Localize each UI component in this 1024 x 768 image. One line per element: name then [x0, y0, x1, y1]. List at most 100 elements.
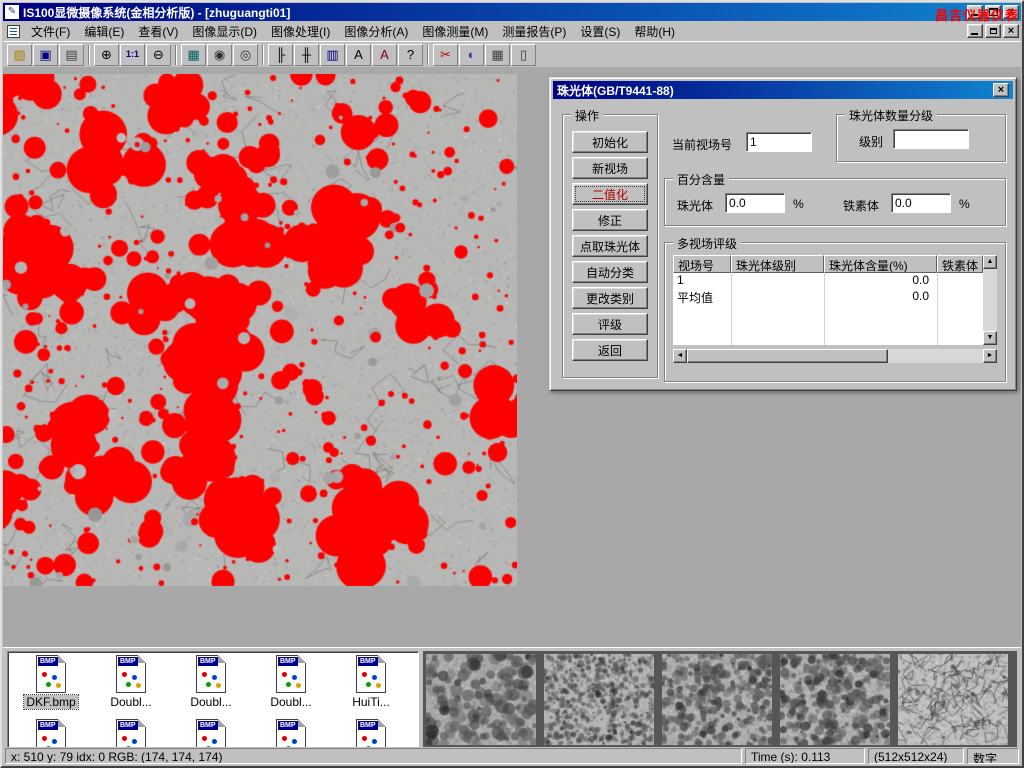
scroll-left-icon[interactable]: ◄ — [673, 349, 687, 363]
zoom-in-button[interactable]: ⊕ — [94, 44, 119, 66]
image-display-icon: ▦ — [187, 48, 199, 61]
actual-size-button[interactable]: 1:1 — [120, 44, 145, 66]
init-button[interactable]: 初始化 — [572, 131, 648, 153]
pearlite-input[interactable] — [725, 193, 785, 213]
table-header-cell: 铁素体 — [937, 255, 983, 273]
color-pick-button[interactable]: ◐ — [459, 44, 484, 66]
menu-item-6[interactable]: 图像分析(A) — [337, 21, 415, 42]
file-item[interactable]: BMPDKF.bmp — [11, 655, 91, 719]
micrometer-button[interactable]: ╫ — [294, 44, 319, 66]
save-button[interactable]: ▣ — [33, 44, 58, 66]
caliper-button[interactable]: ╟ — [268, 44, 293, 66]
menu-item-10[interactable]: 帮助(H) — [627, 21, 682, 42]
child-close-button[interactable]: × — [1003, 24, 1019, 38]
table-row[interactable]: 平均值0.0 — [673, 289, 983, 305]
file-item[interactable]: BMP — [11, 719, 91, 748]
image-display-button[interactable]: ▦ — [181, 44, 206, 66]
child-restore-button[interactable] — [985, 24, 1001, 38]
menu-item-8[interactable]: 测量报告(P) — [495, 21, 573, 42]
auto-classify-button[interactable]: 自动分类 — [572, 261, 648, 283]
dialog-title-bar[interactable]: 珠光体(GB/T9441-88) × — [553, 81, 1013, 99]
toolbar-separator — [262, 45, 264, 65]
correct-button[interactable]: 修正 — [572, 209, 648, 231]
thumbnail-3[interactable] — [662, 654, 772, 745]
grade-button[interactable]: 评级 — [572, 313, 648, 335]
menu-item-1[interactable]: 文件(F) — [24, 21, 77, 42]
file-item[interactable]: BMPDoubl... — [171, 655, 251, 719]
scroll-down-icon[interactable]: ▼ — [983, 331, 997, 345]
thumbnail-2[interactable] — [544, 654, 654, 745]
multi-field-group: 多视场评级 视场号珠光体级别珠光体含量(%)铁素体 10.0平均值0.0 ▲ ▼… — [664, 242, 1006, 382]
file-browser[interactable]: BMPDKF.bmpBMPDoubl...BMPDoubl...BMPDoubl… — [7, 651, 419, 748]
grid-button[interactable]: ▦ — [485, 44, 510, 66]
close-button[interactable]: × — [1003, 5, 1019, 19]
ferrite-input[interactable] — [891, 193, 951, 213]
menu-item-4[interactable]: 图像显示(D) — [185, 21, 264, 42]
thumbnail-4[interactable] — [780, 654, 890, 745]
actual-size-icon: 1:1 — [126, 50, 139, 59]
thumbnail-1[interactable] — [426, 654, 536, 745]
metallographic-image[interactable] — [3, 74, 517, 586]
close-icon: × — [1008, 6, 1014, 18]
text-label-button[interactable]: A — [346, 44, 371, 66]
menu-item-7[interactable]: 图像测量(M) — [415, 21, 495, 42]
zoom-out-icon: ⊖ — [153, 48, 164, 61]
page-fold — [58, 719, 66, 727]
minimize-button[interactable] — [967, 5, 983, 19]
capture-target-button[interactable]: ◎ — [233, 44, 258, 66]
return-button[interactable]: 返回 — [572, 339, 648, 361]
file-item[interactable]: BMP — [91, 719, 171, 748]
table-cell: 平均值 — [673, 289, 731, 305]
file-item[interactable]: BMPDoubl... — [91, 655, 171, 719]
cut-button[interactable]: ✂ — [433, 44, 458, 66]
operation-group: 操作 初始化新视场二值化修正点取珠光体自动分类更改类别评级返回 — [562, 114, 658, 378]
print-button[interactable]: ▤ — [59, 44, 84, 66]
child-minimize-button[interactable] — [967, 24, 983, 38]
ruler-button[interactable]: ▯ — [511, 44, 536, 66]
menu-item-9[interactable]: 设置(S) — [573, 21, 627, 42]
scroll-up-icon[interactable]: ▲ — [983, 255, 997, 269]
page-fold — [378, 655, 386, 663]
thumbnail-5[interactable] — [898, 654, 1008, 745]
horizontal-scrollbar[interactable]: ◄ ► — [673, 349, 997, 363]
file-item[interactable]: BMP — [251, 719, 331, 748]
camera-button[interactable]: ◉ — [207, 44, 232, 66]
zoom-out-button[interactable]: ⊖ — [146, 44, 171, 66]
open-button[interactable]: ▨ — [7, 44, 32, 66]
bmp-tag: BMP — [38, 721, 58, 730]
file-item[interactable]: BMP — [331, 719, 411, 748]
current-view-input[interactable] — [746, 132, 812, 152]
file-item[interactable]: BMPDoubl... — [251, 655, 331, 719]
grade-input[interactable] — [893, 129, 969, 149]
change-class-button[interactable]: 更改类别 — [572, 287, 648, 309]
vertical-scrollbar[interactable]: ▲ ▼ — [983, 255, 997, 345]
scroll-track[interactable] — [888, 349, 983, 363]
file-item[interactable]: BMP — [171, 719, 251, 748]
cursor-status: x: 510 y: 79 idx: 0 RGB: (174, 174, 174) — [5, 748, 742, 764]
binarize-button[interactable]: 二值化 — [572, 183, 648, 205]
help-button[interactable]: ? — [398, 44, 423, 66]
scroll-thumb[interactable] — [687, 349, 888, 363]
menu-item-3[interactable]: 查看(V) — [131, 21, 185, 42]
file-item[interactable]: BMPHuiTi... — [331, 655, 411, 719]
new-field-button[interactable]: 新视场 — [572, 157, 648, 179]
scale-grid-button[interactable]: ▥ — [320, 44, 345, 66]
document-icon[interactable] — [7, 25, 20, 38]
table-row[interactable]: 10.0 — [673, 273, 983, 289]
scroll-right-icon[interactable]: ► — [983, 349, 997, 363]
splash-icon — [122, 672, 127, 677]
menu-item-5[interactable]: 图像处理(I) — [264, 21, 337, 42]
table-body[interactable]: 10.0平均值0.0 — [673, 273, 983, 345]
scroll-track[interactable] — [983, 269, 997, 331]
maximize-button[interactable] — [985, 5, 1001, 19]
page-fold — [378, 719, 386, 727]
page-fold — [138, 655, 146, 663]
minimize-icon — [971, 33, 978, 35]
dialog-close-button[interactable]: × — [993, 83, 1009, 97]
pick-pearlite-button[interactable]: 点取珠光体 — [572, 235, 648, 257]
bmp-tag: BMP — [358, 721, 378, 730]
splash-icon — [282, 736, 287, 741]
font-style-button[interactable]: A — [372, 44, 397, 66]
menu-item-2[interactable]: 编辑(E) — [77, 21, 131, 42]
app-icon: ✎ — [5, 5, 19, 19]
